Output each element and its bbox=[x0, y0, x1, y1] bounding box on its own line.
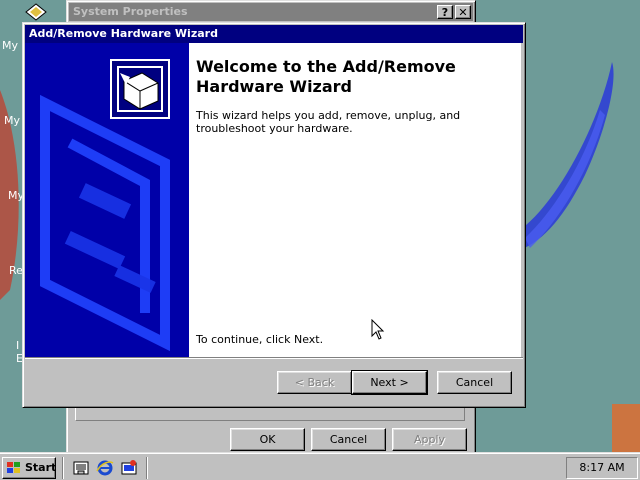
wizard-cancel-button[interactable]: Cancel bbox=[437, 371, 512, 394]
show-desktop-icon[interactable] bbox=[72, 459, 90, 477]
sysprops-cancel-button[interactable]: Cancel bbox=[311, 428, 386, 451]
close-button[interactable]: ✕ bbox=[455, 5, 471, 19]
wizard-heading: Welcome to the Add/Remove Hardware Wizar… bbox=[196, 57, 456, 96]
wizard-separator bbox=[25, 357, 523, 359]
hardware-wizard-window: Add/Remove Hardware Wizard Welcome to th… bbox=[22, 22, 526, 408]
wizard-banner bbox=[25, 43, 189, 357]
windows-logo-icon bbox=[7, 462, 20, 473]
start-label: Start bbox=[25, 461, 57, 474]
system-tray-clock[interactable]: 8:17 AM bbox=[566, 457, 638, 479]
system-properties-titlebar[interactable]: System Properties bbox=[69, 3, 473, 21]
channels-icon[interactable] bbox=[120, 459, 138, 477]
next-button[interactable]: Next > bbox=[351, 370, 428, 395]
wizard-content: Welcome to the Add/Remove Hardware Wizar… bbox=[189, 43, 521, 357]
desktop-icon-label-my-computer[interactable]: My bbox=[4, 114, 20, 127]
desktop-icon-label-internet-explorer[interactable]: I bbox=[16, 339, 19, 352]
ok-button[interactable]: OK bbox=[230, 428, 305, 451]
wizard-title: Add/Remove Hardware Wizard bbox=[29, 27, 218, 40]
desktop-folder-icon[interactable] bbox=[24, 2, 48, 22]
apply-button[interactable]: Apply bbox=[392, 428, 467, 451]
wizard-titlebar[interactable]: Add/Remove Hardware Wizard bbox=[25, 25, 523, 43]
wizard-description: This wizard helps you add, remove, unplu… bbox=[196, 109, 461, 135]
taskbar-separator bbox=[62, 457, 64, 479]
help-button[interactable]: ? bbox=[437, 5, 453, 19]
wizard-continue-text: To continue, click Next. bbox=[196, 333, 324, 346]
mouse-cursor-icon bbox=[371, 319, 385, 340]
taskbar-separator-2 bbox=[146, 457, 148, 479]
back-button[interactable]: < Back bbox=[277, 371, 352, 394]
system-properties-title: System Properties bbox=[73, 5, 188, 18]
internet-explorer-icon[interactable] bbox=[96, 459, 114, 477]
hardware-card-icon bbox=[110, 59, 170, 119]
start-button[interactable]: Start bbox=[2, 457, 56, 479]
taskbar: Start 8:17 AM bbox=[0, 452, 640, 480]
desktop-icon-label-recycle-bin[interactable]: Re bbox=[9, 264, 23, 277]
